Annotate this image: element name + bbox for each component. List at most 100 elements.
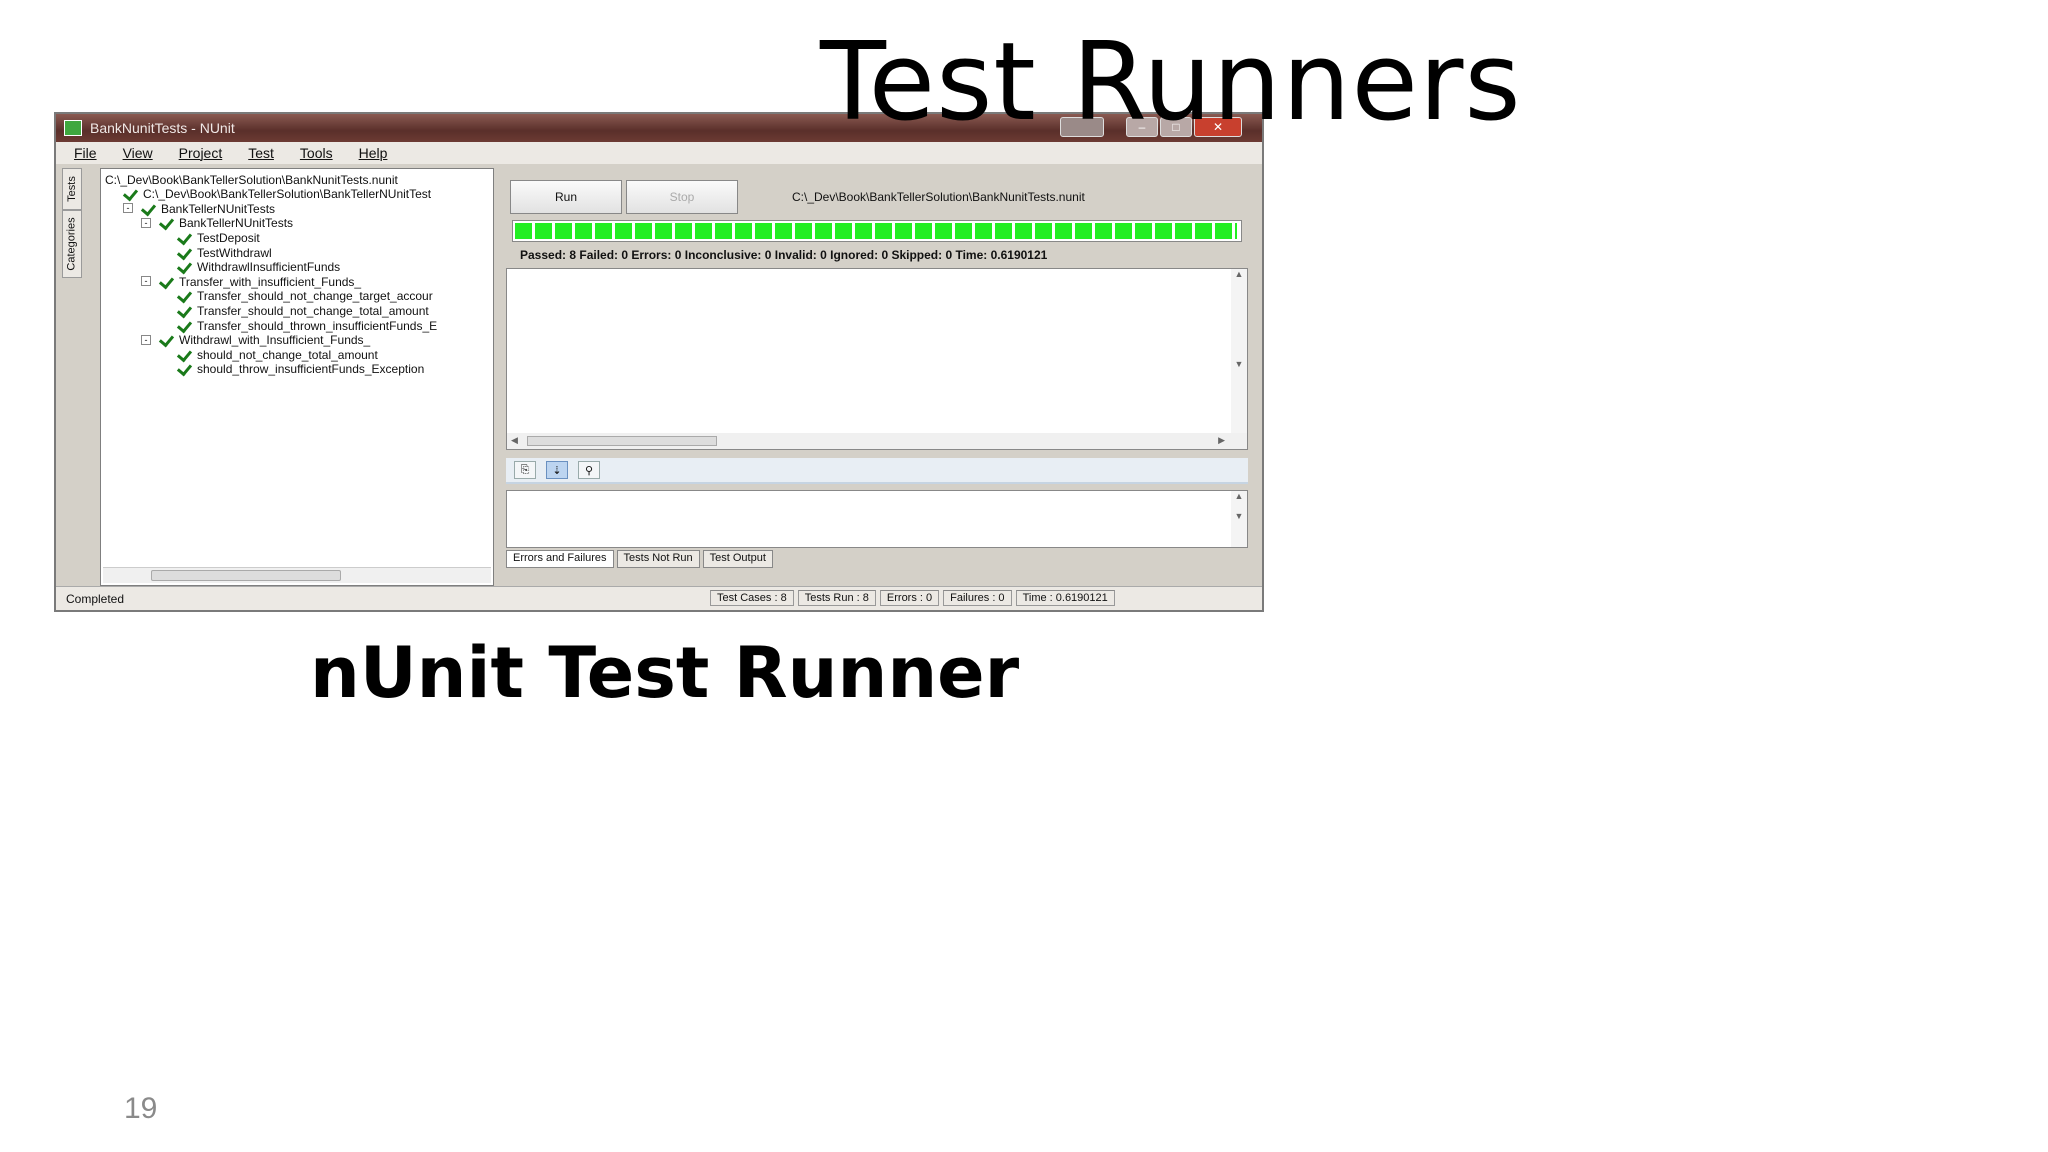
tree-node[interactable]: WithdrawlInsufficientFunds	[177, 260, 340, 275]
progress-segment	[535, 223, 552, 239]
tree-node[interactable]: Transfer_should_not_change_target_accour	[177, 289, 433, 304]
slide-number: 19	[124, 1092, 158, 1125]
check-icon	[177, 320, 191, 332]
slide-title: Test Runners	[820, 20, 1522, 145]
results-vertical-scrollbar[interactable]: ▲ ▼	[1231, 269, 1247, 433]
tree-horizontal-scrollbar[interactable]	[103, 567, 491, 583]
tree-node-label: BankTellerNUnitTests	[161, 201, 276, 216]
progress-segment	[915, 223, 932, 239]
tree-node[interactable]: C:\_Dev\Book\BankTellerSolution\BankNuni…	[105, 172, 398, 187]
tab-tests-not-run[interactable]: Tests Not Run	[616, 550, 700, 568]
slide-caption: nUnit Test Runner	[310, 632, 1020, 714]
progress-segment	[1015, 223, 1032, 239]
check-icon	[159, 276, 173, 288]
stop-button[interactable]: Stop	[626, 180, 738, 214]
tree-node[interactable]: TestDeposit	[177, 230, 260, 245]
collapse-icon[interactable]: -	[141, 334, 151, 345]
output-text-area[interactable]: ▲ ▼	[506, 490, 1248, 548]
progress-segment	[575, 223, 592, 239]
progress-segment	[955, 223, 972, 239]
results-list[interactable]: ▲ ▼ ◀ ▶	[506, 268, 1248, 450]
progress-segment	[1235, 223, 1237, 239]
tree-node[interactable]: - BankTellerNUnitTests	[141, 216, 294, 231]
tab-test-output[interactable]: Test Output	[702, 550, 773, 568]
run-summary: Passed: 8 Failed: 0 Errors: 0 Inconclusi…	[520, 248, 1048, 262]
progress-segment	[775, 223, 792, 239]
tree-node-label: C:\_Dev\Book\BankTellerSolution\BankNuni…	[105, 172, 398, 187]
tab-categories-label: Categories	[66, 217, 79, 271]
progress-segment	[555, 223, 572, 239]
tree-node[interactable]: - Transfer_with_insufficient_Funds_	[141, 274, 361, 289]
progress-segment	[735, 223, 752, 239]
progress-segment	[635, 223, 652, 239]
tree-node[interactable]: C:\_Dev\Book\BankTellerSolution\BankTell…	[123, 187, 431, 202]
status-errors: Errors : 0	[879, 590, 940, 606]
progress-segment	[935, 223, 952, 239]
menu-tools[interactable]: Tools	[300, 145, 333, 161]
details-icon[interactable]: ⚲	[578, 461, 600, 479]
collapse-icon[interactable]: -	[141, 276, 151, 287]
scroll-left-icon[interactable]: ◀	[511, 435, 518, 446]
check-icon	[141, 203, 155, 215]
results-scroll-thumb[interactable]	[527, 436, 717, 446]
check-icon	[159, 334, 173, 346]
progress-segment	[1135, 223, 1152, 239]
run-button[interactable]: Run	[510, 180, 622, 214]
progress-segment	[795, 223, 812, 239]
check-icon	[177, 247, 191, 259]
tree-node[interactable]: - Withdrawl_with_Insufficient_Funds_	[141, 333, 370, 348]
tree-node-label: BankTellerNUnitTests	[179, 216, 294, 231]
progress-segment	[755, 223, 772, 239]
tab-errors-and-failures[interactable]: Errors and Failures	[506, 550, 614, 568]
status-tests-run: Tests Run : 8	[797, 590, 876, 606]
status-failures: Failures : 0	[943, 590, 1012, 606]
menu-file[interactable]: File	[74, 145, 97, 161]
progress-segment	[675, 223, 692, 239]
tree-node-label: TestWithdrawl	[197, 245, 272, 260]
progress-segment	[975, 223, 992, 239]
statusbar: Completed Test Cases : 8 Tests Run : 8 E…	[56, 586, 1262, 610]
progress-segment	[695, 223, 712, 239]
menu-project[interactable]: Project	[179, 145, 223, 161]
progress-segment	[615, 223, 632, 239]
output-toolbar: ⎘ ⇣ ⚲	[506, 458, 1248, 484]
progress-segment	[1175, 223, 1192, 239]
copy-icon[interactable]: ⎘	[514, 461, 536, 479]
progress-segment	[1075, 223, 1092, 239]
check-icon	[177, 349, 191, 361]
progress-segment	[1215, 223, 1232, 239]
tree-node-label: TestDeposit	[197, 230, 260, 245]
menu-test[interactable]: Test	[248, 145, 274, 161]
tree-node-label: WithdrawlInsufficientFunds	[197, 260, 341, 275]
window-title: BankNunitTests - NUnit	[90, 120, 235, 136]
stack-trace-icon[interactable]: ⇣	[546, 461, 568, 479]
collapse-icon[interactable]: -	[141, 217, 151, 228]
tree-scroll-thumb[interactable]	[151, 570, 341, 581]
tree-node[interactable]: Transfer_should_not_change_total_amount	[177, 303, 429, 318]
tree-node[interactable]: should_throw_insufficientFunds_Exception	[177, 362, 424, 377]
check-icon	[177, 261, 191, 273]
test-tree[interactable]: C:\_Dev\Book\BankTellerSolution\BankNuni…	[100, 168, 494, 586]
results-horizontal-scrollbar[interactable]: ◀ ▶	[507, 433, 1247, 449]
collapse-icon[interactable]: -	[123, 203, 133, 214]
output-vertical-scrollbar[interactable]: ▲ ▼	[1231, 491, 1247, 547]
progress-segment	[995, 223, 1012, 239]
scroll-right-icon[interactable]: ▶	[1218, 435, 1225, 446]
bottom-tabs: Errors and Failures Tests Not Run Test O…	[506, 550, 773, 568]
tab-tests[interactable]: Tests	[62, 168, 82, 210]
tree-node[interactable]: - BankTellerNUnitTests	[123, 201, 276, 216]
nunit-app-icon	[64, 120, 82, 136]
progress-segment	[1055, 223, 1072, 239]
menu-view[interactable]: View	[123, 145, 153, 161]
check-icon	[177, 305, 191, 317]
tree-node-label: Transfer_should_not_change_total_amount	[197, 303, 429, 318]
check-icon	[159, 217, 173, 229]
check-icon	[177, 363, 191, 375]
tree-node[interactable]: should_not_change_total_amount	[177, 347, 378, 362]
progress-bar	[512, 220, 1242, 242]
tree-node-label: Transfer_should_thrown_insufficientFunds…	[197, 318, 438, 333]
menu-help[interactable]: Help	[359, 145, 388, 161]
tree-node[interactable]: Transfer_should_thrown_insufficientFunds…	[177, 318, 437, 333]
tab-categories[interactable]: Categories	[62, 210, 82, 278]
tree-node[interactable]: TestWithdrawl	[177, 245, 272, 260]
